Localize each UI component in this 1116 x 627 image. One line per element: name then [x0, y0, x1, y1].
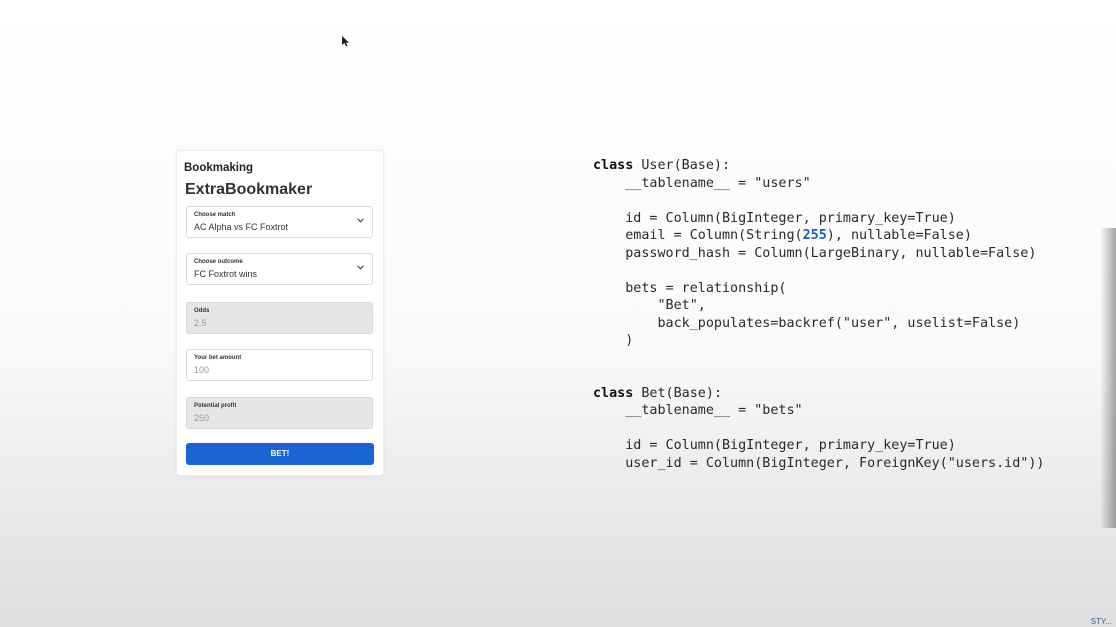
odds-label: Odds — [194, 308, 210, 314]
bet-amount-label: Your bet amount — [194, 355, 242, 361]
code-keyword: class — [593, 385, 634, 401]
odds-value: 2.5 — [194, 318, 207, 328]
bet-button[interactable]: BET! — [186, 443, 374, 465]
code-line: bets = relationship( — [593, 280, 787, 296]
outcome-select[interactable]: Choose outcome FC Foxtrot wins — [186, 253, 373, 285]
corner-text: STY... — [1090, 617, 1112, 626]
page-edge-shadow — [1100, 228, 1116, 528]
chevron-down-icon — [357, 218, 364, 223]
match-select-label: Choose match — [194, 212, 236, 218]
code-line: id = Column(BigInteger, primary_key=True… — [593, 210, 956, 226]
potential-profit-field: Potential profit 250 — [186, 397, 373, 429]
code-line: __tablename__ = "users" — [593, 175, 811, 191]
code-token: ), nullable=False) — [826, 228, 972, 243]
chevron-down-icon — [357, 265, 364, 270]
code-line: user_id = Column(BigInteger, ForeignKey(… — [593, 455, 1045, 471]
code-line: "Bet", — [593, 298, 706, 313]
code-line: password_hash = Column(LargeBinary, null… — [593, 245, 1037, 261]
outcome-select-label: Choose outcome — [194, 259, 243, 265]
code-line: email = Column(String(255), nullable=Fal… — [593, 228, 972, 243]
code-line: __tablename__ = "bets" — [593, 403, 803, 418]
match-select-value: AC Alpha vs FC Foxtrot — [194, 222, 289, 232]
code-line: ) — [593, 333, 634, 348]
mouse-cursor-icon — [342, 36, 349, 47]
code-line: class Bet(Base): — [593, 385, 722, 401]
code-keyword: class — [593, 158, 634, 173]
app-name: Bookmaking — [184, 162, 254, 174]
odds-field: Odds 2.5 — [186, 302, 373, 334]
potential-profit-label: Potential profit — [194, 403, 237, 409]
page-title: ExtraBookmaker — [185, 181, 313, 198]
outcome-select-value: FC Foxtrot wins — [194, 269, 258, 279]
bet-amount-placeholder: 100 — [194, 365, 210, 375]
code-line: back_populates=backref("user", uselist=F… — [593, 315, 1021, 331]
code-line: id = Column(BigInteger, primary_key=True… — [593, 438, 956, 453]
bet-amount-input[interactable]: Your bet amount 100 — [186, 349, 373, 381]
potential-profit-value: 250 — [194, 413, 210, 423]
bet-form-card: Bookmaking ExtraBookmaker Choose match A… — [176, 150, 384, 476]
code-block: class User(Base): __tablename__ = "users… — [593, 157, 1044, 472]
code-number: 255 — [802, 228, 827, 243]
code-token: email = Column(String( — [593, 228, 803, 243]
match-select[interactable]: Choose match AC Alpha vs FC Foxtrot — [186, 206, 373, 238]
code-line: class User(Base): — [593, 158, 731, 173]
